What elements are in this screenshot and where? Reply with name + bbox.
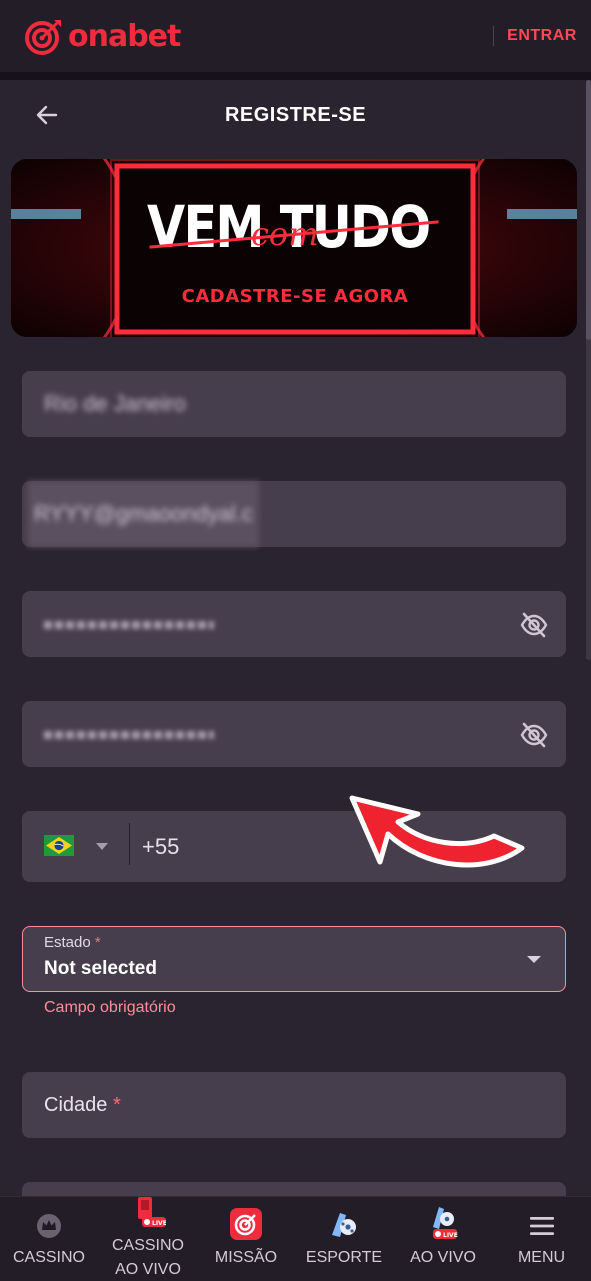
name-input[interactable]: Rio de Janeiro — [22, 371, 566, 437]
header-shadow — [0, 72, 591, 80]
login-button[interactable]: ENTRAR — [500, 22, 584, 50]
sports-icon — [332, 1213, 356, 1237]
state-value: Not selected — [44, 958, 157, 979]
target-mission-icon — [230, 1208, 262, 1240]
promo-banner[interactable]: VEM TUDO com CADASTRE-SE AGORA — [11, 159, 577, 337]
divider — [129, 823, 130, 865]
nav-label: CASSINO — [12, 1249, 85, 1266]
required-mark: * — [112, 1094, 121, 1116]
nav-label: MENU — [517, 1249, 566, 1266]
city-label-text: Cidade — [44, 1094, 108, 1116]
top-bar: onabet ENTRAR — [0, 0, 591, 72]
live-sports-icon: LIVE — [433, 1207, 458, 1239]
email-value: RYYY@gmaoondyal.c — [28, 481, 259, 547]
next-input[interactable] — [22, 1182, 566, 1196]
banner-script-word: com — [251, 215, 319, 253]
confirm-password-masked-value — [44, 731, 214, 739]
nav-label: MISSÃO — [214, 1249, 278, 1266]
nav-cassino[interactable]: CASSINO — [0, 1197, 98, 1281]
live-badge-text: LIVE — [443, 1232, 458, 1239]
password-input[interactable] — [22, 591, 566, 657]
divider — [493, 26, 494, 46]
page-header: REGISTRE-SE — [0, 92, 591, 138]
hamburger-menu-icon — [529, 1217, 554, 1235]
eye-off-icon[interactable] — [520, 611, 548, 639]
eye-off-icon[interactable] — [520, 721, 548, 749]
bottom-navigation: CASSINO LIVE CASSINO AO VIVO MISSÃO ESPO… — [0, 1196, 591, 1281]
onabet-logo[interactable]: onabet — [24, 14, 181, 58]
banner-subline: CADASTRE-SE AGORA — [181, 286, 409, 307]
name-value: Rio de Janeiro — [44, 391, 186, 416]
phone-code-value: +55 — [142, 834, 180, 859]
nav-ao-vivo[interactable]: LIVE AO VIVO — [394, 1197, 492, 1281]
live-casino-icon: LIVE — [138, 1197, 166, 1227]
password-masked-value — [44, 621, 214, 629]
state-label-text: Estado — [44, 934, 91, 951]
nav-cassino-ao-vivo[interactable]: LIVE CASSINO AO VIVO — [98, 1197, 198, 1281]
nav-label: AO VIVO — [115, 1261, 181, 1278]
page-title: REGISTRE-SE — [224, 104, 367, 126]
brazil-flag-icon — [44, 835, 74, 856]
confirm-password-input[interactable] — [22, 701, 566, 767]
state-select[interactable]: Estado * Not selected — [22, 926, 566, 992]
city-label: Cidade * — [44, 1072, 121, 1138]
nav-esporte[interactable]: ESPORTE — [294, 1197, 394, 1281]
nav-missao[interactable]: MISSÃO — [198, 1197, 294, 1281]
city-input[interactable]: Cidade * — [22, 1072, 566, 1138]
required-mark: * — [94, 934, 101, 951]
curved-arrow-icon — [349, 795, 525, 868]
chevron-down-icon — [96, 843, 108, 850]
nav-label: ESPORTE — [305, 1249, 383, 1266]
target-logo-icon — [25, 20, 61, 55]
nav-menu[interactable]: MENU — [492, 1197, 591, 1281]
chevron-down-icon — [527, 956, 541, 963]
state-error-message: Campo obrigatório — [44, 999, 176, 1016]
country-code-selector[interactable] — [22, 811, 129, 882]
email-input[interactable]: RYYY@gmaoondyal.c — [22, 481, 566, 547]
scrollbar-thumb[interactable] — [586, 80, 591, 340]
brand-name: onabet — [68, 18, 181, 54]
nav-label: AO VIVO — [410, 1249, 476, 1266]
banner-word-vem: VEM — [147, 193, 265, 261]
live-badge-text: LIVE — [152, 1220, 166, 1227]
nav-label: CASSINO — [111, 1237, 184, 1254]
crown-icon — [37, 1214, 61, 1238]
state-label: Estado * — [44, 934, 101, 951]
